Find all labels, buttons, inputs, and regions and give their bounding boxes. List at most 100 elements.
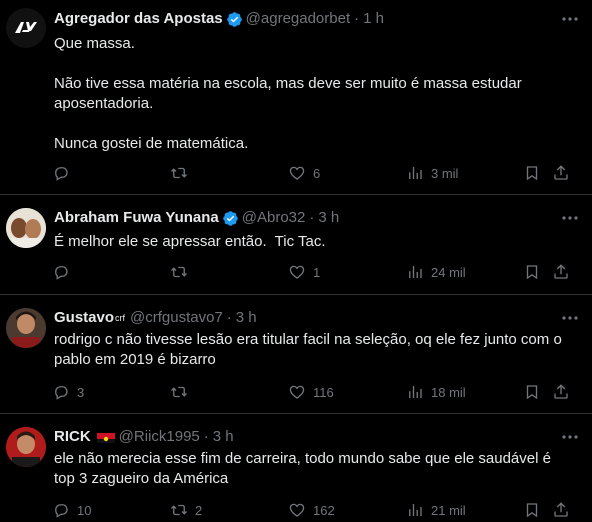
share-icon bbox=[554, 165, 568, 180]
tweet[interactable]: Gustavo crf @crfgustavo7 · 3 h rodrigo c … bbox=[0, 296, 592, 414]
like-count: 162 bbox=[313, 502, 335, 518]
tweet[interactable]: RICK @Riick1995 · 3 h ele não merecia es… bbox=[0, 415, 592, 522]
share-icon bbox=[554, 264, 568, 279]
bookmark-button[interactable] bbox=[523, 380, 541, 404]
share-button[interactable] bbox=[552, 260, 570, 284]
views-icon bbox=[409, 504, 422, 516]
reply-count: 10 bbox=[77, 502, 92, 518]
retweet-button[interactable] bbox=[170, 260, 195, 284]
retweet-count: 2 bbox=[195, 502, 203, 518]
tweet-text-line: Que massa. bbox=[54, 35, 135, 52]
tweet-actions: 6 3 mil bbox=[52, 161, 582, 185]
views-button[interactable]: 24 mil bbox=[406, 260, 466, 284]
tweet-text-blank bbox=[54, 114, 572, 134]
bookmark-button[interactable] bbox=[523, 260, 541, 284]
verified-badge-icon bbox=[223, 210, 238, 226]
tweet-text-line: rodrigo c não tivesse lesão era titular … bbox=[54, 331, 562, 368]
separator-dot: · bbox=[354, 10, 360, 27]
heart-icon bbox=[289, 503, 305, 517]
tweet-text: Que massa. Não tive essa matéria na esco… bbox=[54, 34, 572, 154]
like-count: 6 bbox=[313, 165, 321, 181]
avatar-photo-icon bbox=[6, 427, 46, 467]
tweet[interactable]: Abraham Fuwa Yunana @Abro32 · 3 h É melh… bbox=[0, 196, 592, 295]
like-button[interactable]: 6 bbox=[288, 161, 320, 185]
retweet-icon bbox=[171, 504, 187, 516]
heart-icon bbox=[289, 265, 305, 279]
more-icon[interactable] bbox=[558, 427, 582, 447]
tweet[interactable]: Agregador das Apostas @agregadorbet · 1 … bbox=[0, 0, 592, 195]
bookmark-button[interactable] bbox=[523, 498, 541, 522]
reply-count: 3 bbox=[77, 384, 85, 400]
bookmark-icon bbox=[526, 503, 538, 518]
name-superscript: crf bbox=[115, 313, 126, 323]
heart-icon bbox=[289, 166, 305, 180]
author-name[interactable]: Gustavo bbox=[54, 308, 114, 328]
retweet-icon bbox=[171, 266, 187, 278]
reply-icon bbox=[55, 504, 68, 518]
avatar[interactable] bbox=[6, 427, 46, 467]
avatar[interactable] bbox=[6, 308, 46, 348]
bookmark-icon bbox=[526, 166, 538, 181]
reply-button[interactable] bbox=[52, 161, 77, 185]
author-handle[interactable]: @crfgustavo7 bbox=[130, 308, 223, 328]
more-icon[interactable] bbox=[558, 9, 582, 29]
views-button[interactable]: 18 mil bbox=[406, 380, 466, 404]
retweet-button[interactable] bbox=[170, 380, 195, 404]
share-button[interactable] bbox=[552, 380, 570, 404]
reply-icon bbox=[55, 266, 68, 280]
tweet-actions: 1 24 mil bbox=[52, 260, 582, 284]
tweet-header: Gustavo crf @crfgustavo7 · 3 h bbox=[54, 308, 552, 328]
views-button[interactable]: 21 mil bbox=[406, 498, 466, 522]
tweet-header: Agregador das Apostas @agregadorbet · 1 … bbox=[54, 9, 552, 29]
view-count: 24 mil bbox=[431, 264, 466, 280]
tweet-text: ele não merecia esse fim de carreira, to… bbox=[54, 449, 572, 489]
views-icon bbox=[409, 266, 422, 278]
heart-icon bbox=[289, 385, 305, 399]
avatar[interactable] bbox=[6, 8, 46, 48]
retweet-button[interactable] bbox=[170, 161, 195, 185]
share-button[interactable] bbox=[552, 498, 570, 522]
more-icon[interactable] bbox=[558, 308, 582, 328]
tweet-text: rodrigo c não tivesse lesão era titular … bbox=[54, 330, 572, 370]
share-icon bbox=[554, 502, 568, 517]
tweet-text: É melhor ele se apressar então. Tic Tac. bbox=[54, 232, 572, 252]
timestamp[interactable]: 3 h bbox=[213, 427, 234, 447]
bookmark-icon bbox=[526, 265, 538, 280]
author-handle[interactable]: @agregadorbet bbox=[246, 9, 350, 29]
retweet-icon bbox=[171, 167, 187, 179]
timestamp[interactable]: 3 h bbox=[318, 208, 339, 228]
separator-dot: · bbox=[309, 209, 315, 226]
author-name[interactable]: Abraham Fuwa Yunana bbox=[54, 208, 219, 228]
author-handle[interactable]: @Riick1995 bbox=[119, 427, 200, 447]
tweet-text-line: ele não merecia esse fim de carreira, to… bbox=[54, 450, 551, 487]
reply-button[interactable] bbox=[52, 260, 77, 284]
view-count: 18 mil bbox=[431, 384, 466, 400]
timestamp[interactable]: 3 h bbox=[236, 308, 257, 328]
like-button[interactable]: 162 bbox=[288, 498, 335, 522]
timestamp[interactable]: 1 h bbox=[363, 9, 384, 29]
author-name[interactable]: Agregador das Apostas bbox=[54, 9, 223, 29]
bookmark-button[interactable] bbox=[523, 161, 541, 185]
reply-button[interactable]: 3 bbox=[52, 380, 84, 404]
like-button[interactable]: 1 bbox=[288, 260, 320, 284]
reply-button[interactable]: 10 bbox=[52, 498, 91, 522]
avatar[interactable] bbox=[6, 208, 46, 248]
share-button[interactable] bbox=[552, 161, 570, 185]
tweet-text-line: Não tive essa matéria na escola, mas dev… bbox=[54, 75, 522, 112]
author-handle[interactable]: @Abro32 bbox=[242, 208, 306, 228]
verified-badge-icon bbox=[226, 11, 242, 27]
retweet-button[interactable]: 2 bbox=[170, 498, 202, 522]
bookmark-icon bbox=[526, 385, 538, 400]
tweet-feed: Agregador das Apostas @agregadorbet · 1 … bbox=[0, 0, 592, 522]
reply-icon bbox=[55, 167, 68, 181]
views-button[interactable]: 3 mil bbox=[406, 161, 458, 185]
reply-icon bbox=[55, 386, 68, 400]
views-icon bbox=[409, 167, 422, 179]
separator-dot: · bbox=[226, 309, 232, 326]
like-button[interactable]: 116 bbox=[288, 380, 334, 404]
author-name[interactable]: RICK bbox=[54, 427, 91, 447]
like-count: 1 bbox=[313, 264, 321, 280]
tweet-actions: 10 2 162 21 mil bbox=[52, 498, 582, 522]
more-icon[interactable] bbox=[558, 208, 582, 228]
avatar-photo-icon bbox=[6, 208, 46, 248]
